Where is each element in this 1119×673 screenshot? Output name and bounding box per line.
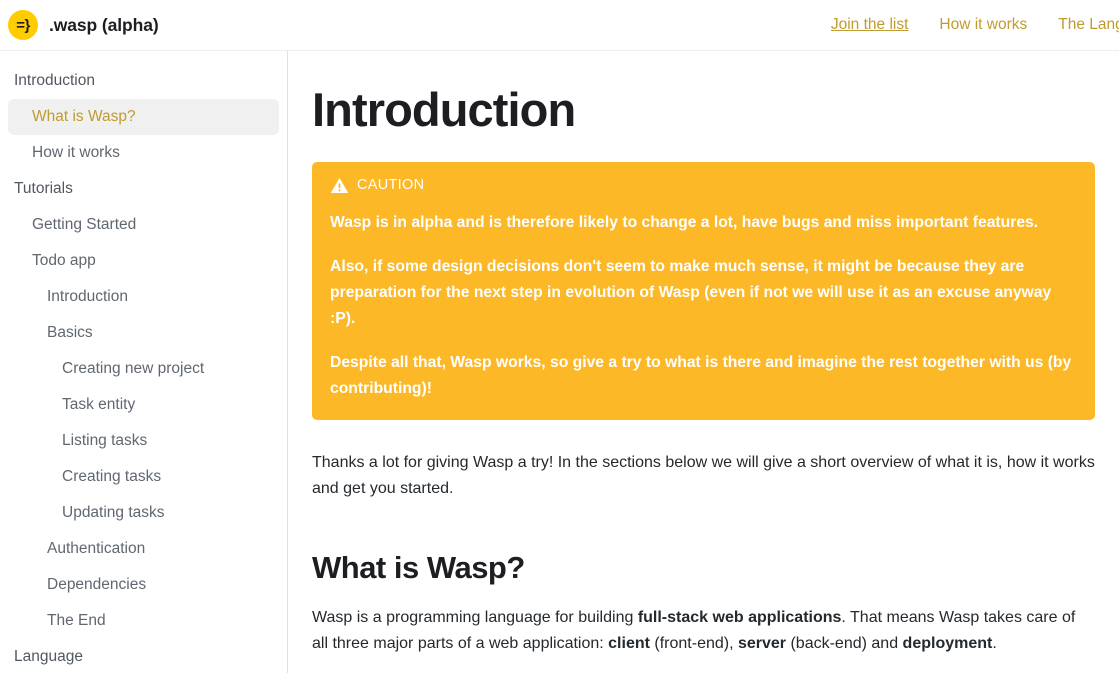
sidebar-item-the-end[interactable]: The End (8, 603, 279, 639)
bold-deployment: deployment (902, 635, 993, 653)
sidebar-item-basics[interactable]: Basics (8, 315, 279, 351)
admonition-paragraph: Despite all that, Wasp works, so give a … (330, 353, 1072, 397)
nav-link-join-the-list[interactable]: Join the list (831, 16, 909, 34)
top-navbar: =} .wasp (alpha) Join the list How it wo… (0, 0, 1119, 51)
list-item: Listing tasks (0, 423, 287, 459)
sidebar-menu-list: Introduction What is Wasp? How it works … (0, 63, 287, 673)
sidebar-item-what-is-wasp[interactable]: What is Wasp? (8, 99, 279, 135)
section-heading-what-is-wasp: What is Wasp? (312, 549, 525, 585)
list-item: Creating new project (0, 351, 287, 387)
bold-client: client (608, 635, 650, 653)
list-item: The End (0, 603, 287, 639)
admonition-heading: caution (330, 176, 1077, 195)
list-item: Basics (0, 315, 287, 351)
wasp-logo-icon: =} (8, 10, 38, 40)
docs-sidebar: Introduction What is Wasp? How it works … (0, 51, 288, 673)
section-paragraph: Wasp is a programming language for build… (312, 605, 1095, 657)
paragraph-text: (back-end) and (786, 635, 903, 653)
list-item: Todo app (0, 243, 287, 279)
sidebar-item-todo-introduction[interactable]: Introduction (8, 279, 279, 315)
sidebar-item-updating-tasks[interactable]: Updating tasks (8, 495, 279, 531)
caution-admonition: caution Wasp is in alpha and is therefor… (312, 161, 1095, 420)
list-item: Language (0, 639, 287, 673)
admonition-paragraph: Also, if some design decisions don't see… (330, 257, 1052, 327)
list-item: Updating tasks (0, 495, 287, 531)
bold-server: server (737, 635, 787, 653)
sidebar-item-dependencies[interactable]: Dependencies (8, 567, 279, 603)
sidebar-item-introduction-category[interactable]: Introduction (8, 63, 279, 99)
brand-home-link[interactable]: =} .wasp (alpha) (8, 10, 159, 40)
admonition-label: caution (357, 176, 425, 193)
paragraph-text: (front-end), (649, 635, 738, 653)
list-item: Dependencies (0, 567, 287, 603)
bold-full-stack-web-applications: full-stack web applications (637, 609, 842, 627)
sidebar-item-creating-tasks[interactable]: Creating tasks (8, 459, 279, 495)
sidebar-item-todo-app[interactable]: Todo app (8, 243, 279, 279)
admonition-paragraph: Wasp is in alpha and is therefore likely… (330, 213, 1039, 231)
nav-link-how-it-works[interactable]: How it works (939, 16, 1027, 34)
sidebar-item-language-category[interactable]: Language (8, 639, 279, 673)
sidebar-item-how-it-works[interactable]: How it works (8, 135, 279, 171)
list-item: Getting Started (0, 207, 287, 243)
nav-link-the-language[interactable]: The Langua (1058, 16, 1119, 34)
list-item: Introduction (0, 279, 287, 315)
list-item: Authentication (0, 531, 287, 567)
list-item: What is Wasp? (0, 99, 287, 135)
sidebar-item-getting-started[interactable]: Getting Started (8, 207, 279, 243)
intro-paragraph: Thanks a lot for giving Wasp a try! In t… (312, 453, 1095, 497)
sidebar-item-tutorials-category[interactable]: Tutorials (8, 171, 279, 207)
page-title: Introduction (312, 83, 576, 136)
paragraph-text: Wasp is a programming language for build… (312, 609, 638, 627)
sidebar-item-task-entity[interactable]: Task entity (8, 387, 279, 423)
list-item: Introduction (0, 63, 287, 99)
list-item: Tutorials (0, 171, 287, 207)
navbar-links: Join the list How it works The Langua (831, 16, 1119, 34)
paragraph-text: . (992, 635, 997, 653)
sidebar-item-creating-new-project[interactable]: Creating new project (8, 351, 279, 387)
list-item: Creating tasks (0, 459, 287, 495)
brand-title: .wasp (alpha) (49, 14, 159, 35)
doc-content: Introduction caution Wasp is in alpha an… (288, 51, 1119, 673)
sidebar-item-authentication[interactable]: Authentication (8, 531, 279, 567)
list-item: How it works (0, 135, 287, 171)
list-item: Task entity (0, 387, 287, 423)
sidebar-item-listing-tasks[interactable]: Listing tasks (8, 423, 279, 459)
warning-triangle-icon (330, 176, 349, 195)
